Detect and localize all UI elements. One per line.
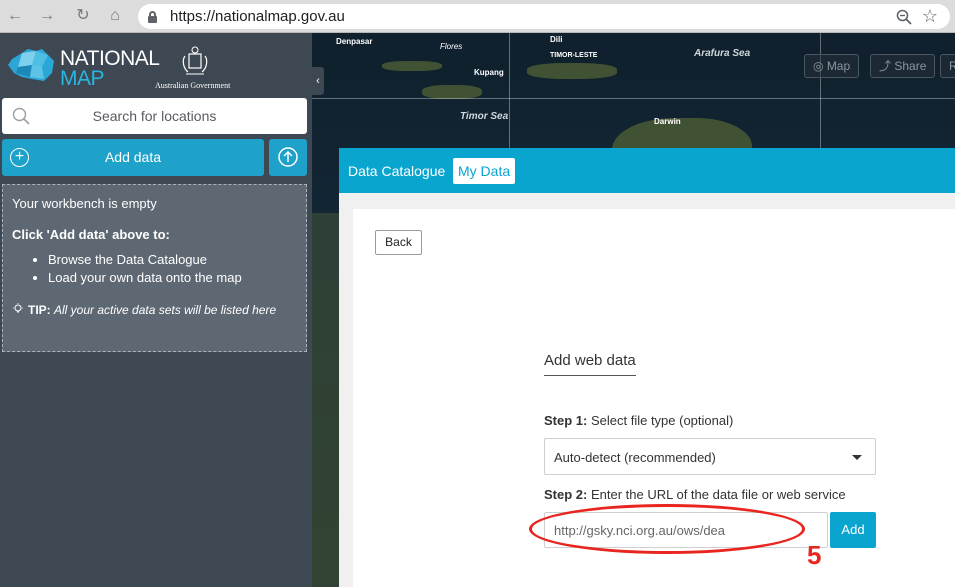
workbench-list: Browse the Data Catalogue Load your own … — [12, 251, 297, 287]
map-settings-button[interactable]: ◎ Map — [804, 54, 860, 78]
government-label: Australian Government — [155, 81, 231, 90]
workbench-title: Your workbench is empty — [12, 196, 157, 211]
upload-icon — [278, 147, 298, 167]
annotation-number: 5 — [807, 540, 822, 570]
map-place-label: Dili — [550, 35, 563, 44]
map-place-label: Kupang — [474, 68, 504, 77]
workbench-tip: TIP: All your active data sets will be l… — [12, 303, 297, 317]
lock-icon — [148, 11, 157, 23]
location-search-input[interactable]: Search for locations — [2, 98, 307, 134]
step2-label: Step 2: Enter the URL of the data file o… — [544, 487, 846, 502]
panel-tabs: Data Catalogue My Data — [339, 148, 955, 193]
workbench-panel: Your workbench is empty Click 'Add data'… — [2, 184, 307, 352]
map-place-label: Darwin — [654, 117, 681, 126]
upload-data-button[interactable] — [269, 139, 307, 176]
lightbulb-icon — [13, 303, 23, 313]
share-button[interactable]: ⤴ Share — [870, 54, 936, 78]
related-maps-button[interactable]: R — [940, 54, 955, 78]
add-data-button[interactable]: + Add data — [2, 139, 264, 176]
chevron-down-icon — [852, 455, 862, 460]
tab-data-catalogue[interactable]: Data Catalogue — [343, 158, 450, 184]
forward-arrow-icon[interactable]: → — [38, 7, 56, 25]
tip-text: All your active data sets will be listed… — [54, 303, 277, 317]
share-icon: ⤴ — [879, 59, 895, 73]
zoom-icon[interactable] — [896, 9, 912, 25]
reload-icon[interactable]: ↻ — [74, 7, 92, 25]
coat-of-arms-icon — [182, 46, 208, 75]
map-place-label: TIMOR-LESTE — [550, 52, 598, 59]
add-data-label: Add data — [104, 149, 162, 165]
sidebar: NATIONAL MAP Australian Government Searc… — [0, 33, 312, 587]
address-url[interactable]: https://nationalmap.gov.au — [170, 8, 345, 25]
list-item: Load your own data onto the map — [48, 269, 297, 287]
map-place-label: Flores — [440, 42, 463, 51]
back-arrow-icon[interactable]: ← — [6, 7, 24, 25]
bookmark-star-icon[interactable]: ☆ — [922, 6, 938, 26]
logo-text-map: MAP — [60, 67, 105, 90]
collapse-sidebar-button[interactable]: ‹ — [312, 67, 324, 95]
globe-icon: ◎ — [813, 59, 827, 73]
australia-logo-icon — [8, 49, 54, 81]
tip-label: TIP: — [28, 303, 51, 317]
back-button[interactable]: Back — [375, 230, 422, 255]
workbench-instruction: Click 'Add data' above to: — [12, 227, 170, 242]
add-web-data-title: Add web data — [544, 352, 636, 376]
home-icon[interactable]: ⌂ — [106, 7, 124, 25]
step1-label: Step 1: Select file type (optional) — [544, 413, 734, 428]
map-sea-label: Arafura Sea — [694, 48, 751, 59]
file-type-select[interactable]: Auto-detect (recommended) — [544, 438, 876, 475]
list-item: Browse the Data Catalogue — [48, 251, 297, 269]
file-type-value: Auto-detect (recommended) — [554, 450, 716, 465]
browser-toolbar: ← → ↻ ⌂ https://nationalmap.gov.au ☆ — [0, 0, 955, 33]
map-place-label: Denpasar — [336, 37, 373, 46]
annotation-ellipse — [529, 504, 805, 554]
address-bar[interactable]: https://nationalmap.gov.au ☆ — [138, 4, 950, 29]
tab-my-data[interactable]: My Data — [453, 158, 516, 184]
search-placeholder: Search for locations — [92, 108, 217, 124]
add-url-button[interactable]: Add — [830, 512, 876, 548]
map-sea-label: Timor Sea — [460, 111, 509, 122]
